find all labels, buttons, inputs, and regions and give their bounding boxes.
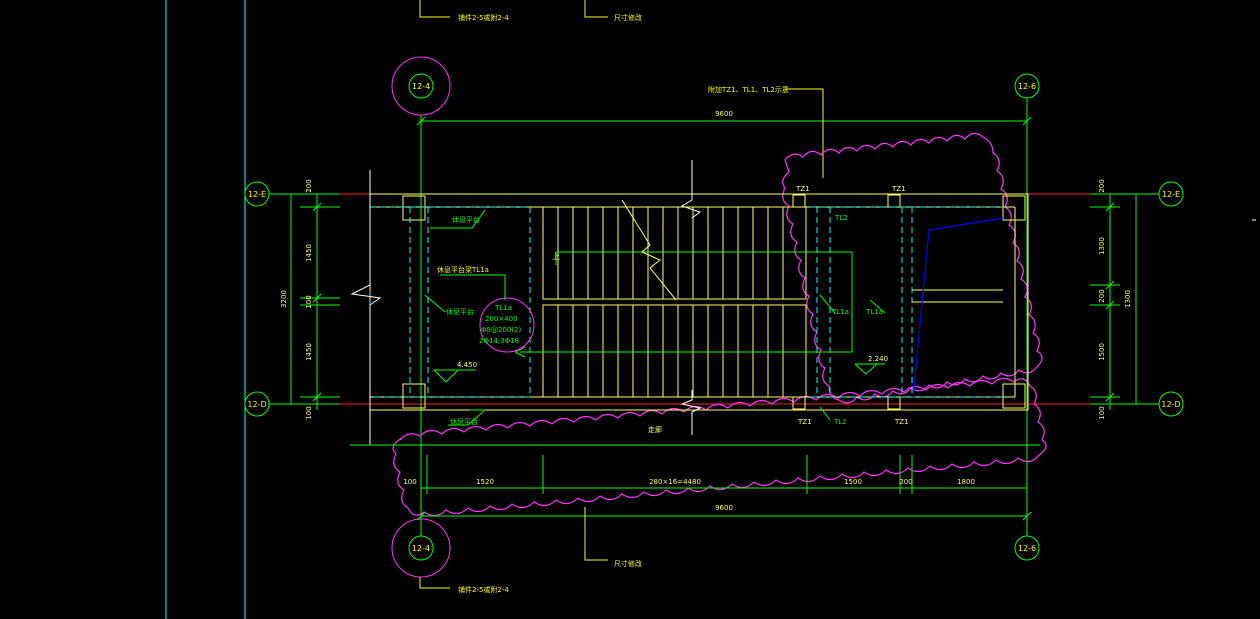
dim-bottom-seg-0: 100: [403, 478, 416, 486]
label-tz1-top-a: TZ1: [795, 185, 810, 193]
axis-label-bottom-right: 12-6: [1018, 544, 1036, 553]
elevation-right: 2.240: [854, 355, 888, 375]
dim-left-total: 3200: [280, 290, 288, 308]
corridor-label: 走廊: [648, 425, 662, 434]
beam-section-text: TL1a 200×400 Φ8@200(2) 2Φ14;3Φ18: [479, 304, 522, 345]
axis-bubble-row-e-left: 12-E: [244, 181, 270, 207]
dim-left-texts: 200 1450 100 1450 100 3200: [280, 179, 313, 419]
stair-flight-lower: [542, 304, 807, 398]
label-tl1a-mid-b: TL1a: [865, 308, 883, 316]
beam-note-mid: 休息平台梁TL1a: [437, 265, 489, 274]
dim-left-seg-3: 1450: [305, 343, 313, 361]
dim-left-seg-2: 100: [305, 295, 313, 308]
stair-landing-right: [912, 289, 1003, 303]
beam-note-top: 休息平台: [452, 215, 480, 224]
stair-flight-upper: [542, 206, 807, 300]
dim-bottom-seg-3: 1500: [844, 478, 862, 486]
axis-bubble-row-e-right: 12-E: [1158, 181, 1184, 207]
axis-label-top-right: 12-6: [1018, 82, 1036, 91]
top-note-left-text: 铺件2-5或附2-4: [458, 13, 509, 22]
axis-label-row-d-right: 12-D: [1161, 400, 1180, 409]
beam-note-bottom: 休息平台: [450, 417, 478, 426]
dim-right-texts: 200 1300 200 1500 100 1300: [1098, 179, 1132, 419]
dim-right-seg-0: 200: [1098, 179, 1106, 192]
label-tl1a-mid-a: TL1a: [831, 308, 849, 316]
dim-bottom-segments: [420, 455, 1028, 494]
revision-cloud-bottom: [392, 377, 1047, 517]
axis-label-row-e-left: 12-E: [248, 190, 266, 199]
bottom-note-left: 铺件2-5或附2-4: [419, 577, 509, 594]
dim-right-total: 1300: [1124, 290, 1132, 308]
elevation-left: 4.450: [433, 361, 477, 383]
axis-label-top-left: 12-4: [412, 82, 430, 91]
dim-right-seg-3: 1500: [1098, 343, 1106, 361]
dim-right-seg-1: 1300: [1098, 237, 1106, 255]
label-tz1-bottom-b: TZ1: [894, 418, 909, 426]
dim-bottom-seg-5: 1800: [957, 478, 975, 486]
dim-bottom-total-text: 9600: [715, 504, 733, 512]
beam-section-line1: TL1a: [494, 304, 512, 312]
dim-right-seg-2: 200: [1098, 289, 1106, 302]
top-note-right-text: 尺寸修改: [614, 13, 642, 22]
axis-bubble-row-d-right: 12-D: [1158, 391, 1184, 417]
bottom-note-left-text: 铺件2-5或附2-4: [458, 585, 509, 594]
dim-left: [290, 193, 340, 410]
axis-label-bottom-left: 12-4: [412, 544, 430, 553]
dim-bottom-seg-4: 200: [899, 478, 912, 486]
break-lines: [350, 160, 702, 445]
dim-right-seg-4: 100: [1098, 406, 1106, 419]
slope-line: [912, 217, 1004, 399]
axis-label-row-e-right: 12-E: [1162, 190, 1180, 199]
elevation-left-text: 4.450: [457, 361, 477, 369]
dim-bottom-seg-2: 280×16=4480: [649, 478, 701, 486]
axis-bubble-row-d-left: 12-D: [244, 391, 270, 417]
dim-left-seg-0: 200: [305, 179, 313, 192]
label-tl2-top: TL2: [834, 214, 848, 222]
dim-top-total-text: 9600: [715, 110, 733, 118]
top-note-left: 铺件2-5或附2-4: [419, 0, 509, 22]
axis-lines: [269, 98, 1159, 536]
bottom-note-right-text: 尺寸修改: [614, 559, 642, 568]
beam-section-line2: 200×400: [485, 315, 518, 323]
axis-bubble-top-left: 12-4: [391, 56, 451, 116]
top-callout-text: 附加TZ1、TL1、TL2示意: [708, 85, 789, 94]
elevation-right-text: 2.240: [868, 355, 888, 363]
cad-drawing-canvas[interactable]: 铺件2-5或附2-4 尺寸修改 12-4 12-6 12-E 12-D 12-E…: [0, 0, 1260, 619]
dim-bottom-seg-1: 1520: [476, 478, 494, 486]
axis-bubble-bottom-right: 12-6: [1014, 535, 1040, 561]
dim-left-seg-4: 100: [305, 406, 313, 419]
axis-bubble-top-right: 12-6: [1014, 73, 1040, 99]
beam-note-left: 休息平台: [446, 307, 474, 316]
label-tz1-top-b: TZ1: [891, 185, 906, 193]
axis-label-row-d-left: 12-D: [247, 400, 266, 409]
stair-up-label: 上: [552, 252, 560, 261]
top-note-right: 尺寸修改: [584, 0, 642, 22]
dim-left-seg-1: 1450: [305, 244, 313, 262]
beam-section-line4: 2Φ14;3Φ18: [479, 337, 519, 345]
top-callout: 附加TZ1、TL1、TL2示意: [708, 85, 824, 178]
beam-section-line3: Φ8@200(2): [481, 326, 522, 334]
label-tz1-bottom-a: TZ1: [797, 418, 812, 426]
label-tl2-bottom: TL2: [833, 418, 847, 426]
dim-top-total: 9600: [416, 110, 1032, 126]
